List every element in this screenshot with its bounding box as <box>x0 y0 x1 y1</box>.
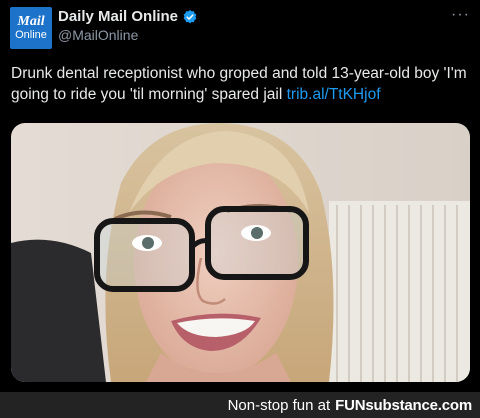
avatar-label-online: Online <box>15 29 47 41</box>
account-name[interactable]: Daily Mail Online <box>58 8 198 25</box>
tweet-photo[interactable] <box>11 123 470 382</box>
account-name-text: Daily Mail Online <box>58 8 179 25</box>
watermark-footer: Non-stop fun at FUNsubstance.com <box>0 392 480 418</box>
tweet-text: Drunk dental receptionist who groped and… <box>11 63 473 105</box>
avatar-label-mail: Mail <box>17 14 45 29</box>
footer-prefix: Non-stop fun at <box>227 396 331 414</box>
selfie-image <box>11 123 470 382</box>
more-options-icon[interactable]: ··· <box>451 6 470 24</box>
mail-online-avatar[interactable]: Mail Online <box>10 7 52 49</box>
verified-badge-icon <box>183 9 197 23</box>
footer-brand: FUNsubstance.com <box>335 396 472 414</box>
tweet-link[interactable]: trib.al/TtKHjof <box>287 86 381 103</box>
account-handle[interactable]: @MailOnline <box>58 27 138 43</box>
tweet-body: Drunk dental receptionist who groped and… <box>11 65 467 103</box>
